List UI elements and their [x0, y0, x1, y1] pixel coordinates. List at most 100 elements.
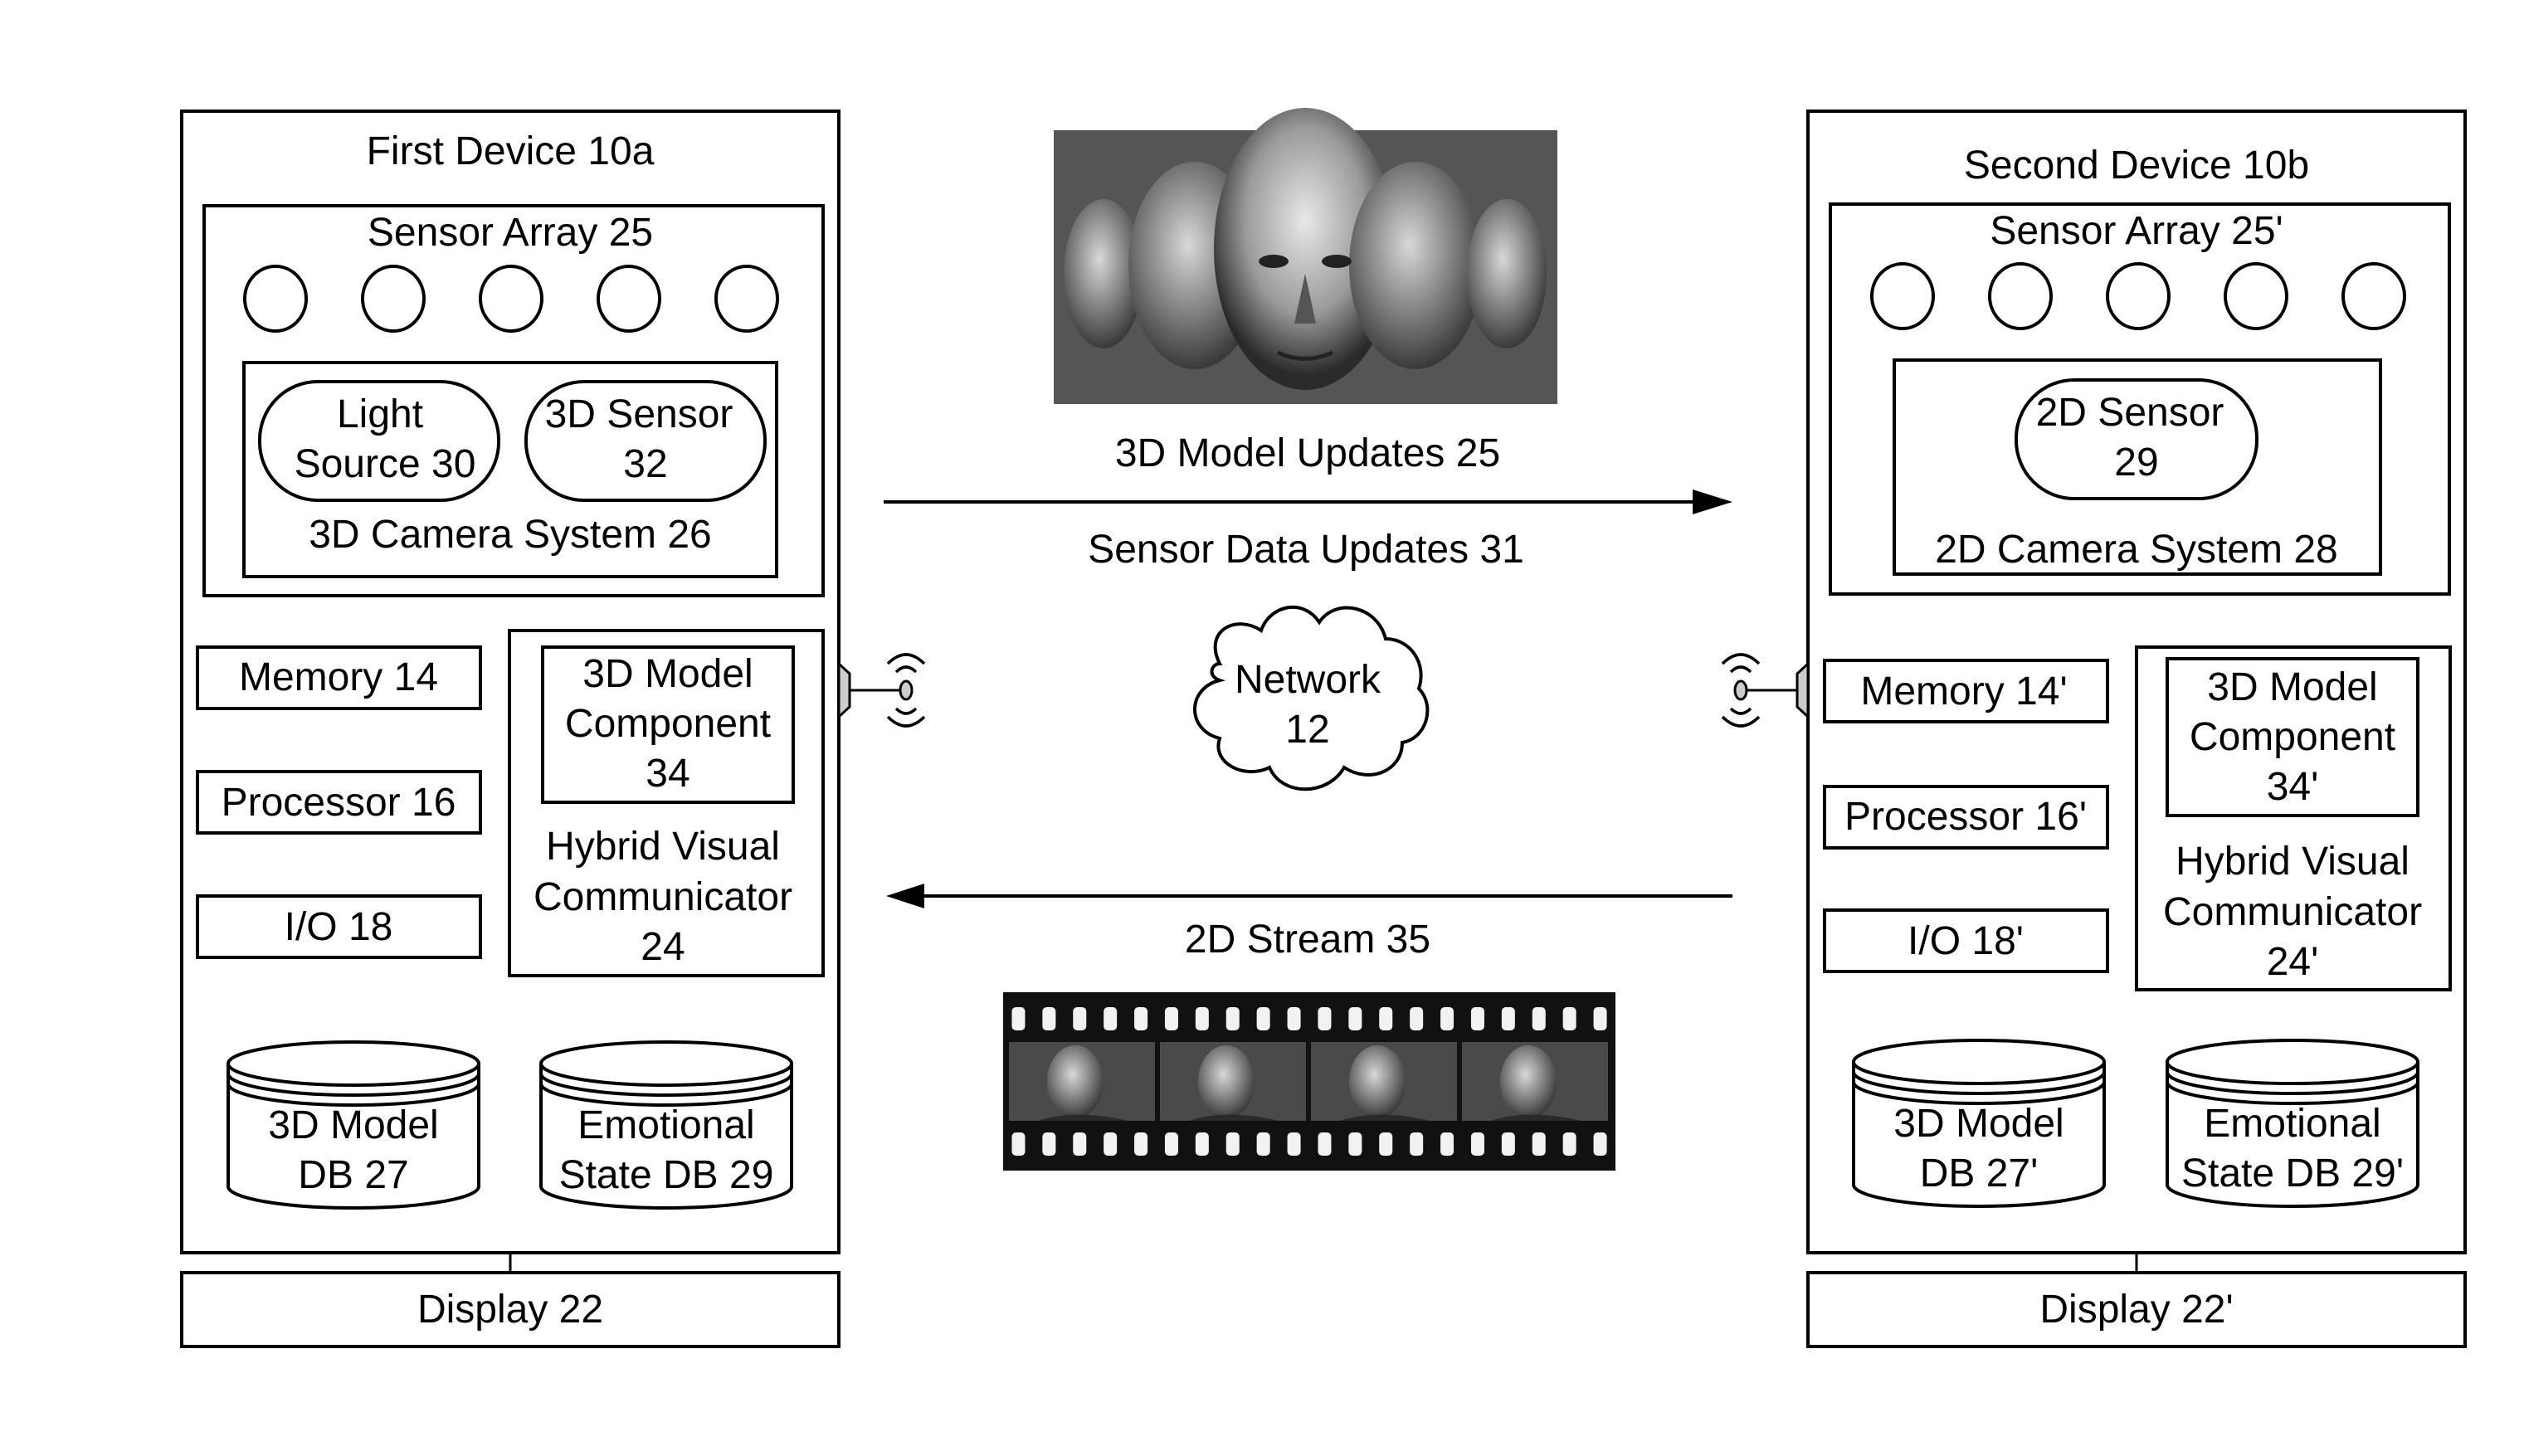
communicator-line3: 24 — [641, 925, 685, 969]
sensor-circle — [479, 265, 543, 333]
film-sprocket-hole — [1073, 1132, 1087, 1156]
hybrid-visual-communication-diagram: First Device 10a Sensor Array 25 Light S… — [180, 108, 2467, 1348]
film-sprocket-hole — [1104, 1132, 1118, 1156]
db-top — [2166, 1039, 2419, 1085]
model-component-line2: Component — [565, 702, 771, 746]
film-sprocket-hole — [1318, 1007, 1332, 1030]
model-db-line2: DB 27 — [298, 1153, 408, 1197]
model-component-line2: Component — [2190, 715, 2395, 759]
film-sprocket-hole — [1379, 1132, 1393, 1156]
film-sprocket-hole — [1379, 1007, 1393, 1030]
emotional-db-line1: Emotional — [2204, 1102, 2380, 1146]
film-sprocket-hole — [1256, 1132, 1270, 1156]
second-device-title: Second Device 10b — [1964, 144, 2309, 187]
film-sprocket-hole — [1532, 1007, 1546, 1030]
stream-label: 2D Stream 35 — [1185, 918, 1430, 962]
light-source-line2: Source 30 — [295, 442, 476, 486]
film-sprocket-hole — [1470, 1007, 1484, 1030]
3d-sensor-line2: 32 — [623, 442, 667, 486]
display-label: Display 22 — [417, 1288, 603, 1332]
film-sprocket-hole — [1562, 1132, 1576, 1156]
film-sprocket-hole — [1195, 1132, 1209, 1156]
film-sprocket-hole — [1042, 1007, 1056, 1030]
emotional-db-line1: Emotional — [577, 1103, 754, 1147]
film-sprocket-hole — [1011, 1132, 1026, 1156]
network-line2: 12 — [1285, 708, 1329, 752]
light-source-line1: Light — [337, 392, 423, 436]
emotional-db-line2: State DB 29' — [2181, 1152, 2404, 1195]
model-component-line1: 3D Model — [2207, 665, 2377, 709]
film-sprocket-hole — [1501, 1007, 1515, 1030]
sensor-circle — [2224, 262, 2288, 330]
head-right — [1349, 162, 1482, 369]
film-sprocket-hole — [1134, 1007, 1148, 1030]
memory-label: Memory 14 — [239, 655, 438, 699]
model-component-line3: 34 — [646, 752, 689, 796]
arrow-right — [884, 489, 1732, 514]
film-sprocket-hole — [1073, 1007, 1087, 1030]
film-sprocket-hole — [1164, 1132, 1178, 1156]
film-sprocket-hole — [1593, 1007, 1607, 1030]
first-device: First Device 10a Sensor Array 25 Light S… — [180, 110, 926, 1348]
sensor-circle — [714, 265, 779, 333]
film-sprocket-hole — [1287, 1132, 1301, 1156]
2d-sensor-line2: 29 — [2114, 441, 2158, 485]
film-sprocket-hole — [1225, 1132, 1240, 1156]
first-device-title: First Device 10a — [367, 129, 655, 173]
film-frame-face — [1046, 1045, 1104, 1118]
head-far-right — [1467, 199, 1547, 348]
film-strip-image — [1003, 992, 1615, 1171]
film-sprocket-hole — [1042, 1132, 1056, 1156]
db-top — [227, 1040, 480, 1087]
sensor-circle — [2341, 262, 2406, 330]
arrow-right-head-icon — [1693, 489, 1732, 514]
model-db-line2: DB 27' — [1920, 1152, 2039, 1195]
film-sprocket-hole — [1225, 1007, 1240, 1030]
film-sprocket-hole — [1318, 1132, 1332, 1156]
model-component-line1: 3D Model — [582, 652, 753, 696]
antenna-icon — [1721, 653, 1810, 728]
sensor-circle — [1988, 262, 2053, 330]
sensor-updates-label: Sensor Data Updates 31 — [1088, 528, 1524, 572]
sensor-circle — [597, 265, 661, 333]
db-top — [539, 1040, 793, 1087]
2d-camera-system-label: 2D Camera System 28 — [1935, 528, 2338, 572]
communicator-line2: Communicator — [2163, 890, 2422, 934]
communicator-line1: Hybrid Visual — [2176, 840, 2409, 884]
io-label: I/O 18' — [1908, 919, 2024, 963]
communicator-line2: Communicator — [534, 875, 792, 919]
film-sprocket-hole — [1104, 1007, 1118, 1030]
memory-label: Memory 14' — [1860, 670, 2067, 713]
film-sprocket-hole — [1440, 1132, 1454, 1156]
model-db-line1: 3D Model — [1893, 1102, 2064, 1146]
antenna-icon — [837, 653, 926, 728]
film-sprocket-hole — [1348, 1132, 1362, 1156]
arrow-left-head-icon — [886, 884, 924, 908]
sensor-array-label: Sensor Array 25' — [1990, 209, 2283, 253]
processor-label: Processor 16' — [1844, 795, 2087, 839]
3d-heads-image — [1054, 108, 1557, 404]
sensor-circle — [361, 265, 426, 333]
sensor-circle — [2106, 262, 2171, 330]
film-sprocket-hole — [1470, 1132, 1484, 1156]
film-sprocket-hole — [1195, 1007, 1209, 1030]
communicator-line1: Hybrid Visual — [546, 825, 780, 869]
emotional-db-line2: State DB 29 — [559, 1153, 774, 1197]
model-updates-label: 3D Model Updates 25 — [1115, 431, 1500, 475]
model-db-line1: 3D Model — [268, 1103, 438, 1147]
film-sprocket-hole — [1593, 1132, 1607, 1156]
processor-label: Processor 16 — [222, 781, 456, 825]
film-sprocket-hole — [1287, 1007, 1301, 1030]
film-sprocket-hole — [1011, 1007, 1026, 1030]
3d-sensor-line1: 3D Sensor — [545, 392, 733, 436]
film-frame-face — [1348, 1045, 1406, 1118]
film-sprocket-hole — [1348, 1007, 1362, 1030]
network-line1: Network — [1235, 658, 1381, 702]
film-sprocket-hole — [1532, 1132, 1546, 1156]
film-frame-face — [1197, 1045, 1255, 1118]
model-component-line3: 34' — [2267, 765, 2319, 809]
film-sprocket-hole — [1410, 1007, 1424, 1030]
sensor-circle — [243, 265, 308, 333]
film-sprocket-hole — [1562, 1007, 1576, 1030]
film-sprocket-hole — [1440, 1007, 1454, 1030]
